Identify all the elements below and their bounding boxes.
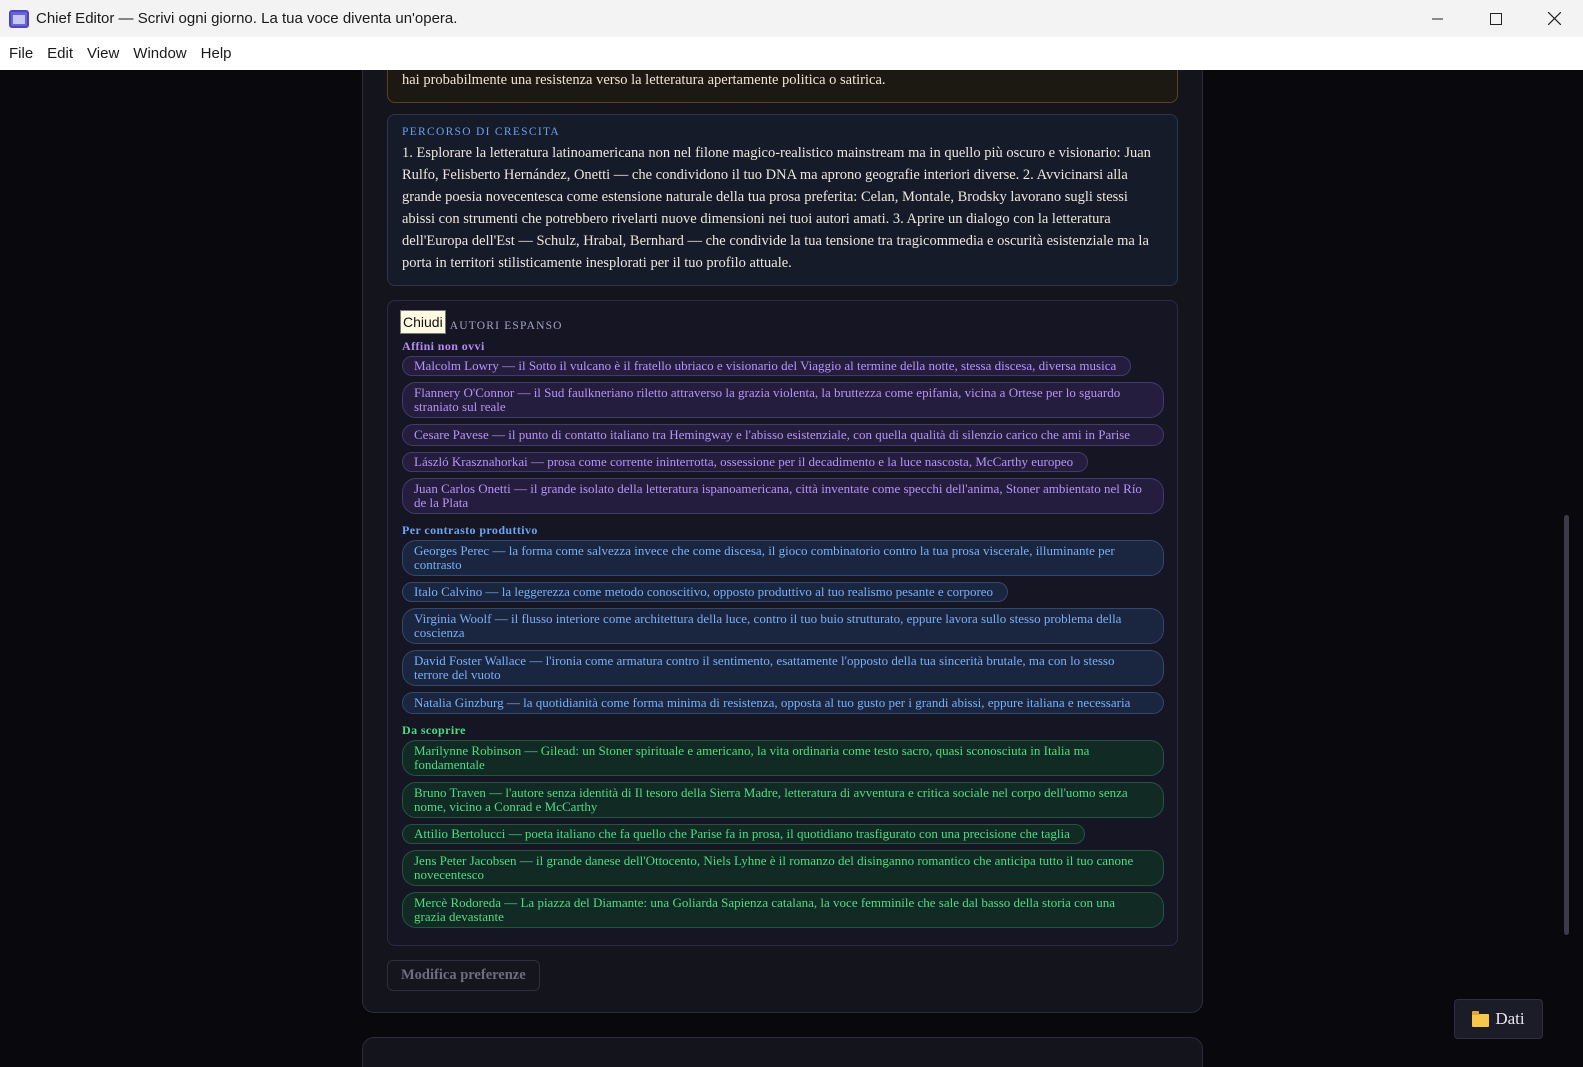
- author-chip[interactable]: Juan Carlos Onetti — il grande isolato d…: [402, 478, 1164, 514]
- close-button[interactable]: Chiudi: [400, 310, 446, 334]
- dati-label: Dati: [1495, 1009, 1525, 1028]
- author-chip[interactable]: Bruno Traven — l'autore senza identità d…: [402, 782, 1164, 818]
- app-icon: [9, 9, 29, 28]
- author-chip[interactable]: Mercè Rodoreda — La piazza del Diamante:…: [402, 892, 1164, 928]
- author-chip[interactable]: László Krasznahorkai — prosa come corren…: [402, 452, 1089, 472]
- group-label: Per contrasto produttivo: [402, 523, 538, 537]
- author-chip[interactable]: Cesare Pavese — il punto di contatto ita…: [402, 424, 1164, 446]
- author-map-card: Chiudi AUTORI ESPANSO Affini non ovvi Ma…: [387, 300, 1178, 946]
- folder-icon: [1472, 1010, 1490, 1027]
- maximize-button[interactable]: [1467, 0, 1525, 37]
- menu-window[interactable]: Window: [126, 45, 193, 62]
- main-content[interactable]: hai probabilmente una resistenza verso l…: [0, 70, 1583, 1067]
- minimize-button[interactable]: [1409, 0, 1467, 37]
- group-contrasto: Per contrasto produttivo Georges Perec —…: [402, 523, 1164, 714]
- dati-button[interactable]: Dati: [1454, 999, 1543, 1039]
- author-map-title: AUTORI ESPANSO: [449, 320, 563, 332]
- window-title: Chief Editor — Scrivi ogni giorno. La tu…: [36, 10, 458, 27]
- author-chip[interactable]: Malcolm Lowry — il Sotto il vulcano è il…: [402, 356, 1132, 376]
- group-label: Affini non ovvi: [402, 339, 485, 353]
- next-panel: [362, 1037, 1203, 1067]
- author-chip[interactable]: Flannery O'Connor — il Sud faulkneriano …: [402, 382, 1164, 418]
- growth-card: PERCORSO DI CRESCITA 1. Esplorare la let…: [387, 114, 1178, 286]
- group-label: Da scoprire: [402, 723, 466, 737]
- menu-help[interactable]: Help: [194, 45, 239, 62]
- author-chip[interactable]: Attilio Bertolucci — poeta italiano che …: [402, 824, 1085, 844]
- scroll-thumb[interactable]: [1564, 515, 1569, 935]
- growth-text: 1. Esplorare la letteratura latinoameric…: [402, 145, 1151, 271]
- resistance-card: hai probabilmente una resistenza verso l…: [387, 70, 1178, 103]
- resistance-text: hai probabilmente una resistenza verso l…: [402, 72, 886, 88]
- menu-bar: File Edit View Window Help: [0, 37, 1583, 70]
- scrollbar[interactable]: [1563, 70, 1571, 1067]
- menu-edit[interactable]: Edit: [40, 45, 80, 62]
- author-chip[interactable]: David Foster Wallace — l'ironia come arm…: [402, 650, 1164, 686]
- group-affini: Affini non ovvi Malcolm Lowry — il Sotto…: [402, 339, 1164, 514]
- menu-view[interactable]: View: [80, 45, 126, 62]
- growth-label: PERCORSO DI CRESCITA: [402, 126, 560, 138]
- close-window-button[interactable]: [1525, 0, 1583, 37]
- author-chip[interactable]: Virginia Woolf — il flusso interiore com…: [402, 608, 1164, 644]
- author-chip[interactable]: Georges Perec — la forma come salvezza i…: [402, 540, 1164, 576]
- author-chip[interactable]: Italo Calvino — la leggerezza come metod…: [402, 582, 1009, 602]
- menu-file[interactable]: File: [2, 45, 40, 62]
- window-controls: [1409, 0, 1583, 37]
- author-map-header: Chiudi AUTORI ESPANSO: [400, 309, 1163, 335]
- modify-preferences-button[interactable]: Modifica preferenze: [387, 960, 540, 991]
- group-scoprire: Da scoprire Marilynne Robinson — Gilead:…: [402, 723, 1164, 928]
- maximize-icon: [1490, 12, 1502, 25]
- title-bar: Chief Editor — Scrivi ogni giorno. La tu…: [0, 0, 1583, 37]
- minimize-icon: [1432, 18, 1443, 19]
- close-icon: [1547, 12, 1561, 25]
- author-chip[interactable]: Jens Peter Jacobsen — il grande danese d…: [402, 850, 1164, 886]
- author-chip[interactable]: Marilynne Robinson — Gilead: un Stoner s…: [402, 740, 1164, 776]
- author-chip[interactable]: Natalia Ginzburg — la quotidianità come …: [402, 692, 1164, 714]
